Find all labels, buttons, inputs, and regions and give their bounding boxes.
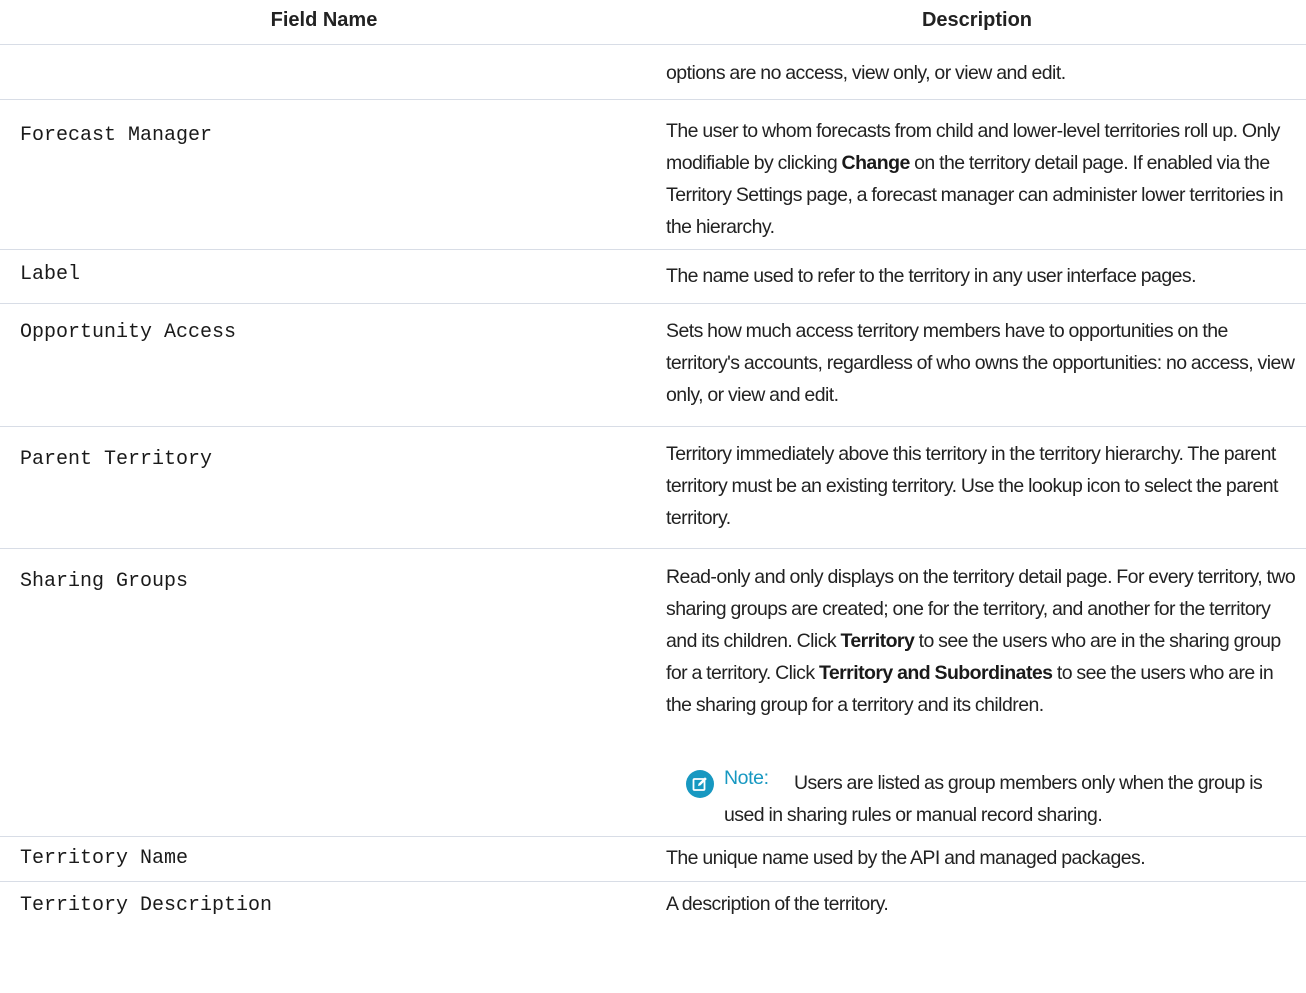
table-row-label: Label The name used to refer to the terr… bbox=[0, 250, 1306, 304]
table-row-sharing-groups: Sharing Groups Read-only and only displa… bbox=[0, 549, 1306, 837]
continuation-description: options are no access, view only, or vie… bbox=[666, 62, 1066, 84]
table-row-forecast-manager: Forecast Manager The user to whom foreca… bbox=[0, 100, 1306, 250]
note-label: Note: bbox=[724, 767, 769, 789]
column-header-description: Description bbox=[921, 9, 1033, 31]
edit-note-icon bbox=[686, 770, 714, 798]
field-description: Sets how much access territory members h… bbox=[666, 320, 1295, 406]
field-description: Territory immediately above this territo… bbox=[666, 443, 1278, 529]
desc-bold-territory: Territory bbox=[840, 630, 915, 652]
table-row-territory-name: Territory Name The unique name used by t… bbox=[0, 837, 1306, 882]
field-name: Parent Territory bbox=[20, 448, 213, 471]
column-header-field-name: Field Name bbox=[270, 9, 378, 31]
desc-bold-change: Change bbox=[841, 152, 911, 174]
field-name: Territory Name bbox=[20, 847, 189, 870]
note-callout: Users are listed as group members only w… bbox=[666, 758, 1286, 826]
field-name: Territory Description bbox=[20, 894, 273, 917]
field-name: Forecast Manager bbox=[20, 124, 213, 147]
field-name: Label bbox=[20, 263, 81, 286]
table-row-opportunity-access: Opportunity Access Sets how much access … bbox=[0, 304, 1306, 427]
field-description: A description of the territory. bbox=[666, 893, 889, 915]
table-row-parent-territory: Parent Territory Territory immediately a… bbox=[0, 427, 1306, 549]
table-row-continuation: options are no access, view only, or vie… bbox=[0, 45, 1306, 100]
field-description: The name used to refer to the territory … bbox=[666, 265, 1197, 287]
field-name: Opportunity Access bbox=[20, 321, 237, 344]
desc-bold-territory-and-subordinates: Territory and Subordinates bbox=[818, 662, 1053, 684]
field-table: Field Name Description options are no ac… bbox=[0, 0, 1306, 934]
field-description: The unique name used by the API and mana… bbox=[666, 847, 1146, 869]
table-header-row: Field Name Description bbox=[0, 0, 1306, 45]
field-name: Sharing Groups bbox=[20, 570, 189, 593]
table-row-territory-description: Territory Description A description of t… bbox=[0, 882, 1306, 934]
field-description: Read-only and only displays on the terri… bbox=[666, 561, 1296, 721]
note-text: Users are listed as group members only w… bbox=[724, 772, 1263, 826]
field-description: The user to whom forecasts from child an… bbox=[666, 115, 1296, 243]
